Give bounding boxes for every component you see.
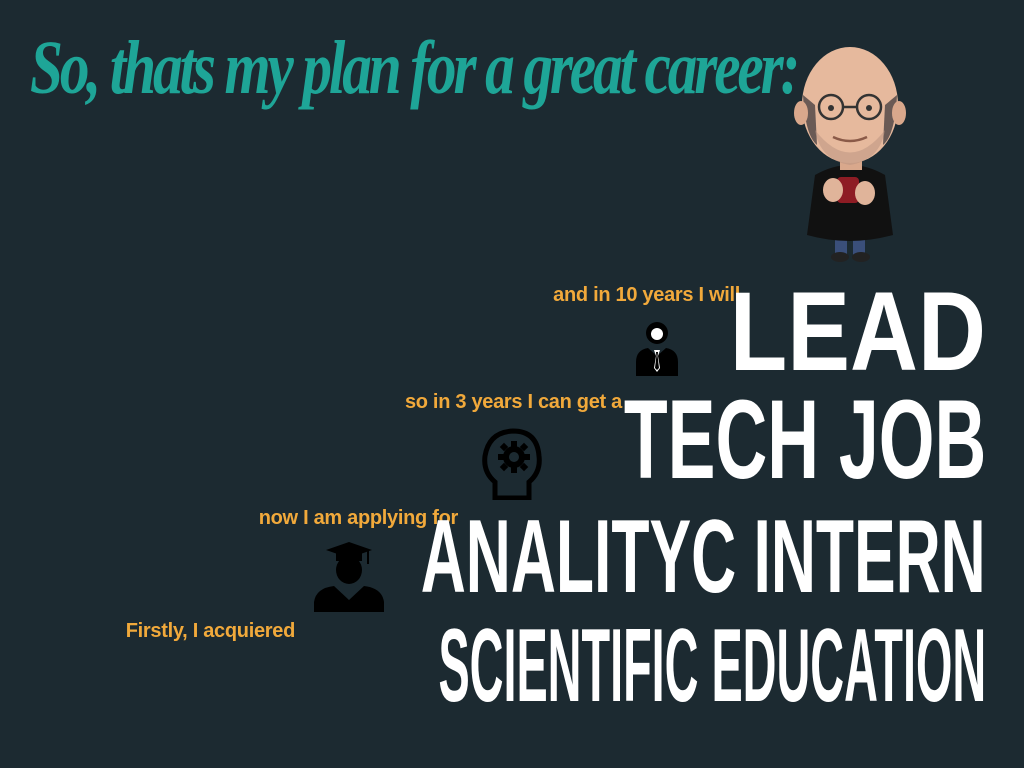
step-headline-scientific-education: SCIENTIFIC EDUCATION <box>438 608 986 724</box>
caricature-illustration <box>794 47 906 262</box>
step-lead-in-3-years: so in 3 years I can get a <box>404 391 622 413</box>
head-gear-icon <box>482 428 542 500</box>
step-lead-in-firstly: Firstly, I acquiered <box>125 620 296 642</box>
step-headline-lead: LEAD <box>729 269 986 394</box>
graduate-icon <box>314 542 384 612</box>
step-headline-analityc-intern: ANALITYC INTERN <box>420 499 986 615</box>
step-headline-tech-job: TECH JOB <box>623 377 986 502</box>
businessman-icon <box>636 322 678 376</box>
step-lead-in-10-years: and in 10 years I will <box>553 284 740 306</box>
slide-title: So, thats my plan for a great career: <box>30 26 800 110</box>
